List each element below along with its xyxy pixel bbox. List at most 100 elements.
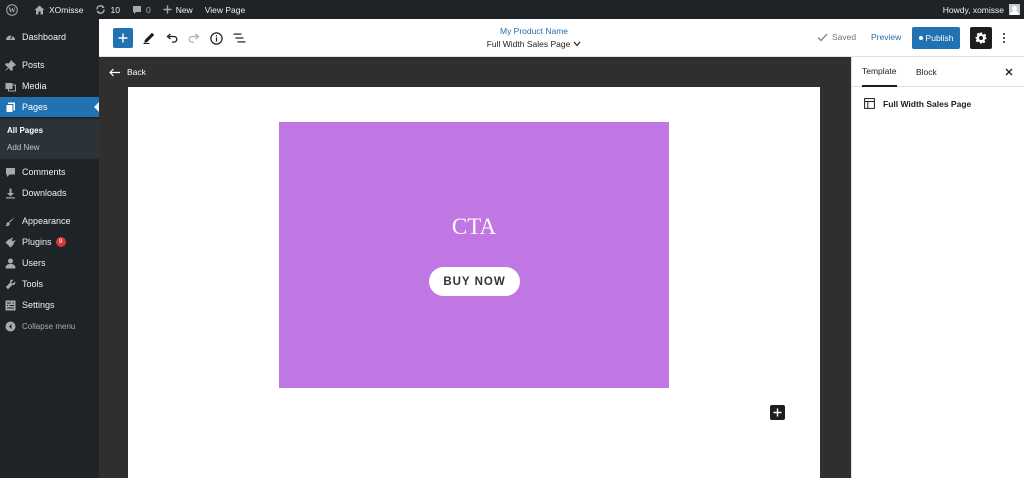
dashboard-icon bbox=[5, 32, 16, 43]
menu-label: Dashboard bbox=[22, 32, 67, 42]
document-title[interactable]: My Product Name bbox=[459, 26, 609, 36]
refresh-icon bbox=[96, 5, 106, 14]
page-canvas[interactable]: CTA BUY NOW bbox=[128, 87, 820, 478]
dot-icon bbox=[1003, 37, 1005, 39]
cta-block[interactable]: CTA BUY NOW bbox=[279, 122, 669, 388]
menu-pages[interactable]: Pages bbox=[0, 97, 99, 117]
pages-icon bbox=[5, 102, 16, 113]
menu-posts[interactable]: Posts bbox=[0, 55, 99, 75]
new-content-link[interactable]: New bbox=[157, 0, 199, 19]
block-inserter-button[interactable] bbox=[113, 28, 133, 48]
back-label: Back bbox=[127, 67, 146, 77]
back-button[interactable]: Back bbox=[109, 67, 146, 77]
close-icon bbox=[1005, 68, 1013, 76]
template-info-name: Full Width Sales Page bbox=[883, 98, 972, 109]
preview-button[interactable]: Preview bbox=[871, 32, 901, 42]
my-account-link[interactable]: Howdy, xomisse bbox=[937, 0, 1024, 19]
menu-label: Pages bbox=[22, 102, 48, 112]
howdy-text: Howdy, xomisse bbox=[942, 4, 1004, 15]
details-button[interactable] bbox=[207, 29, 225, 47]
chevron-down-icon bbox=[573, 41, 581, 47]
plus-icon bbox=[163, 5, 172, 14]
plug-icon bbox=[5, 237, 16, 248]
submenu-all-pages[interactable]: All Pages bbox=[7, 126, 43, 135]
template-dropdown[interactable]: Full Width Sales Page bbox=[459, 39, 609, 49]
svg-text:W: W bbox=[8, 5, 16, 14]
menu-label: Comments bbox=[22, 167, 66, 177]
settings-toggle-button[interactable] bbox=[970, 27, 992, 49]
user-icon bbox=[5, 258, 16, 269]
gear-icon bbox=[975, 32, 987, 44]
updates-count: 10 bbox=[110, 4, 120, 15]
dot-icon bbox=[1003, 33, 1005, 35]
paintbrush-icon bbox=[5, 216, 16, 227]
close-settings-button[interactable] bbox=[1002, 65, 1016, 79]
menu-downloads[interactable]: Downloads bbox=[0, 183, 99, 203]
menu-comments[interactable]: Comments bbox=[0, 162, 99, 182]
undo-icon bbox=[166, 33, 178, 43]
settings-sidebar: Template Block Full Width Sales Page bbox=[851, 57, 1024, 478]
menu-settings[interactable]: Settings bbox=[0, 295, 99, 315]
add-block-button[interactable] bbox=[770, 405, 785, 420]
menu-appearance[interactable]: Appearance bbox=[0, 211, 99, 231]
menu-plugins[interactable]: Plugins 9 bbox=[0, 232, 99, 252]
saved-label: Saved bbox=[832, 32, 857, 42]
list-view-button[interactable] bbox=[230, 29, 248, 47]
menu-dashboard[interactable]: Dashboard bbox=[0, 27, 99, 47]
checkmark-icon bbox=[817, 33, 828, 41]
media-icon bbox=[5, 81, 16, 92]
menu-label: Media bbox=[22, 81, 47, 91]
comment-bubble-icon bbox=[5, 167, 16, 178]
menu-tools[interactable]: Tools bbox=[0, 274, 99, 294]
wordpress-logo-icon[interactable]: W bbox=[0, 0, 28, 19]
edit-mode-button[interactable] bbox=[140, 29, 158, 47]
menu-label: Appearance bbox=[22, 216, 71, 226]
menu-label: Posts bbox=[22, 60, 45, 70]
arrow-left-icon bbox=[109, 68, 120, 76]
redo-button[interactable] bbox=[185, 29, 203, 47]
view-page-label: View Page bbox=[204, 4, 246, 15]
pencil-icon bbox=[143, 32, 155, 44]
collapse-menu-button[interactable]: Collapse menu bbox=[0, 316, 99, 336]
pushpin-icon bbox=[5, 59, 16, 71]
avatar bbox=[1009, 4, 1020, 15]
publish-button[interactable]: Publish bbox=[912, 27, 960, 49]
cta-heading[interactable]: CTA bbox=[279, 214, 669, 240]
plugins-update-badge: 9 bbox=[55, 237, 66, 247]
options-menu-button[interactable] bbox=[998, 29, 1010, 47]
layout-icon bbox=[864, 98, 875, 109]
new-label: New bbox=[175, 4, 193, 15]
comments-count: 0 bbox=[145, 4, 151, 15]
menu-label: Collapse menu bbox=[22, 321, 76, 331]
menu-label: Settings bbox=[22, 300, 55, 310]
comments-link[interactable]: 0 bbox=[126, 0, 157, 19]
download-icon bbox=[5, 188, 16, 199]
editor-canvas: Back CTA BUY NOW bbox=[99, 57, 851, 478]
menu-label: Downloads bbox=[22, 188, 67, 198]
settings-sliders-icon bbox=[5, 300, 16, 311]
publish-dot-icon bbox=[918, 36, 923, 40]
admin-bar: W XOmisse 10 0 New View Page Howdy, xomi… bbox=[0, 0, 1024, 19]
collapse-arrow-icon bbox=[5, 321, 16, 332]
tab-block[interactable]: Block bbox=[916, 57, 937, 87]
comment-bubble-icon bbox=[132, 5, 141, 14]
dot-icon bbox=[1003, 41, 1005, 43]
editor-header: My Product Name Full Width Sales Page Sa… bbox=[99, 19, 1024, 57]
publish-label: Publish bbox=[925, 33, 954, 43]
updates-link[interactable]: 10 bbox=[89, 0, 125, 19]
template-info: Full Width Sales Page bbox=[864, 98, 971, 109]
admin-sidebar: Dashboard Posts Media Pages All Pages Ad… bbox=[0, 19, 99, 478]
tab-template[interactable]: Template bbox=[862, 57, 897, 87]
menu-label: Tools bbox=[22, 279, 44, 289]
submenu-add-new[interactable]: Add New bbox=[7, 143, 39, 152]
saved-status: Saved bbox=[817, 32, 856, 42]
menu-media[interactable]: Media bbox=[0, 76, 99, 96]
menu-label: Users bbox=[22, 258, 46, 268]
view-page-link[interactable]: View Page bbox=[199, 0, 251, 19]
settings-tabs: Template Block bbox=[852, 57, 1024, 87]
menu-users[interactable]: Users bbox=[0, 253, 99, 273]
site-name-link[interactable]: XOmisse bbox=[28, 0, 89, 19]
buy-now-button[interactable]: BUY NOW bbox=[429, 267, 520, 296]
template-name: Full Width Sales Page bbox=[486, 39, 571, 49]
undo-button[interactable] bbox=[163, 29, 181, 47]
